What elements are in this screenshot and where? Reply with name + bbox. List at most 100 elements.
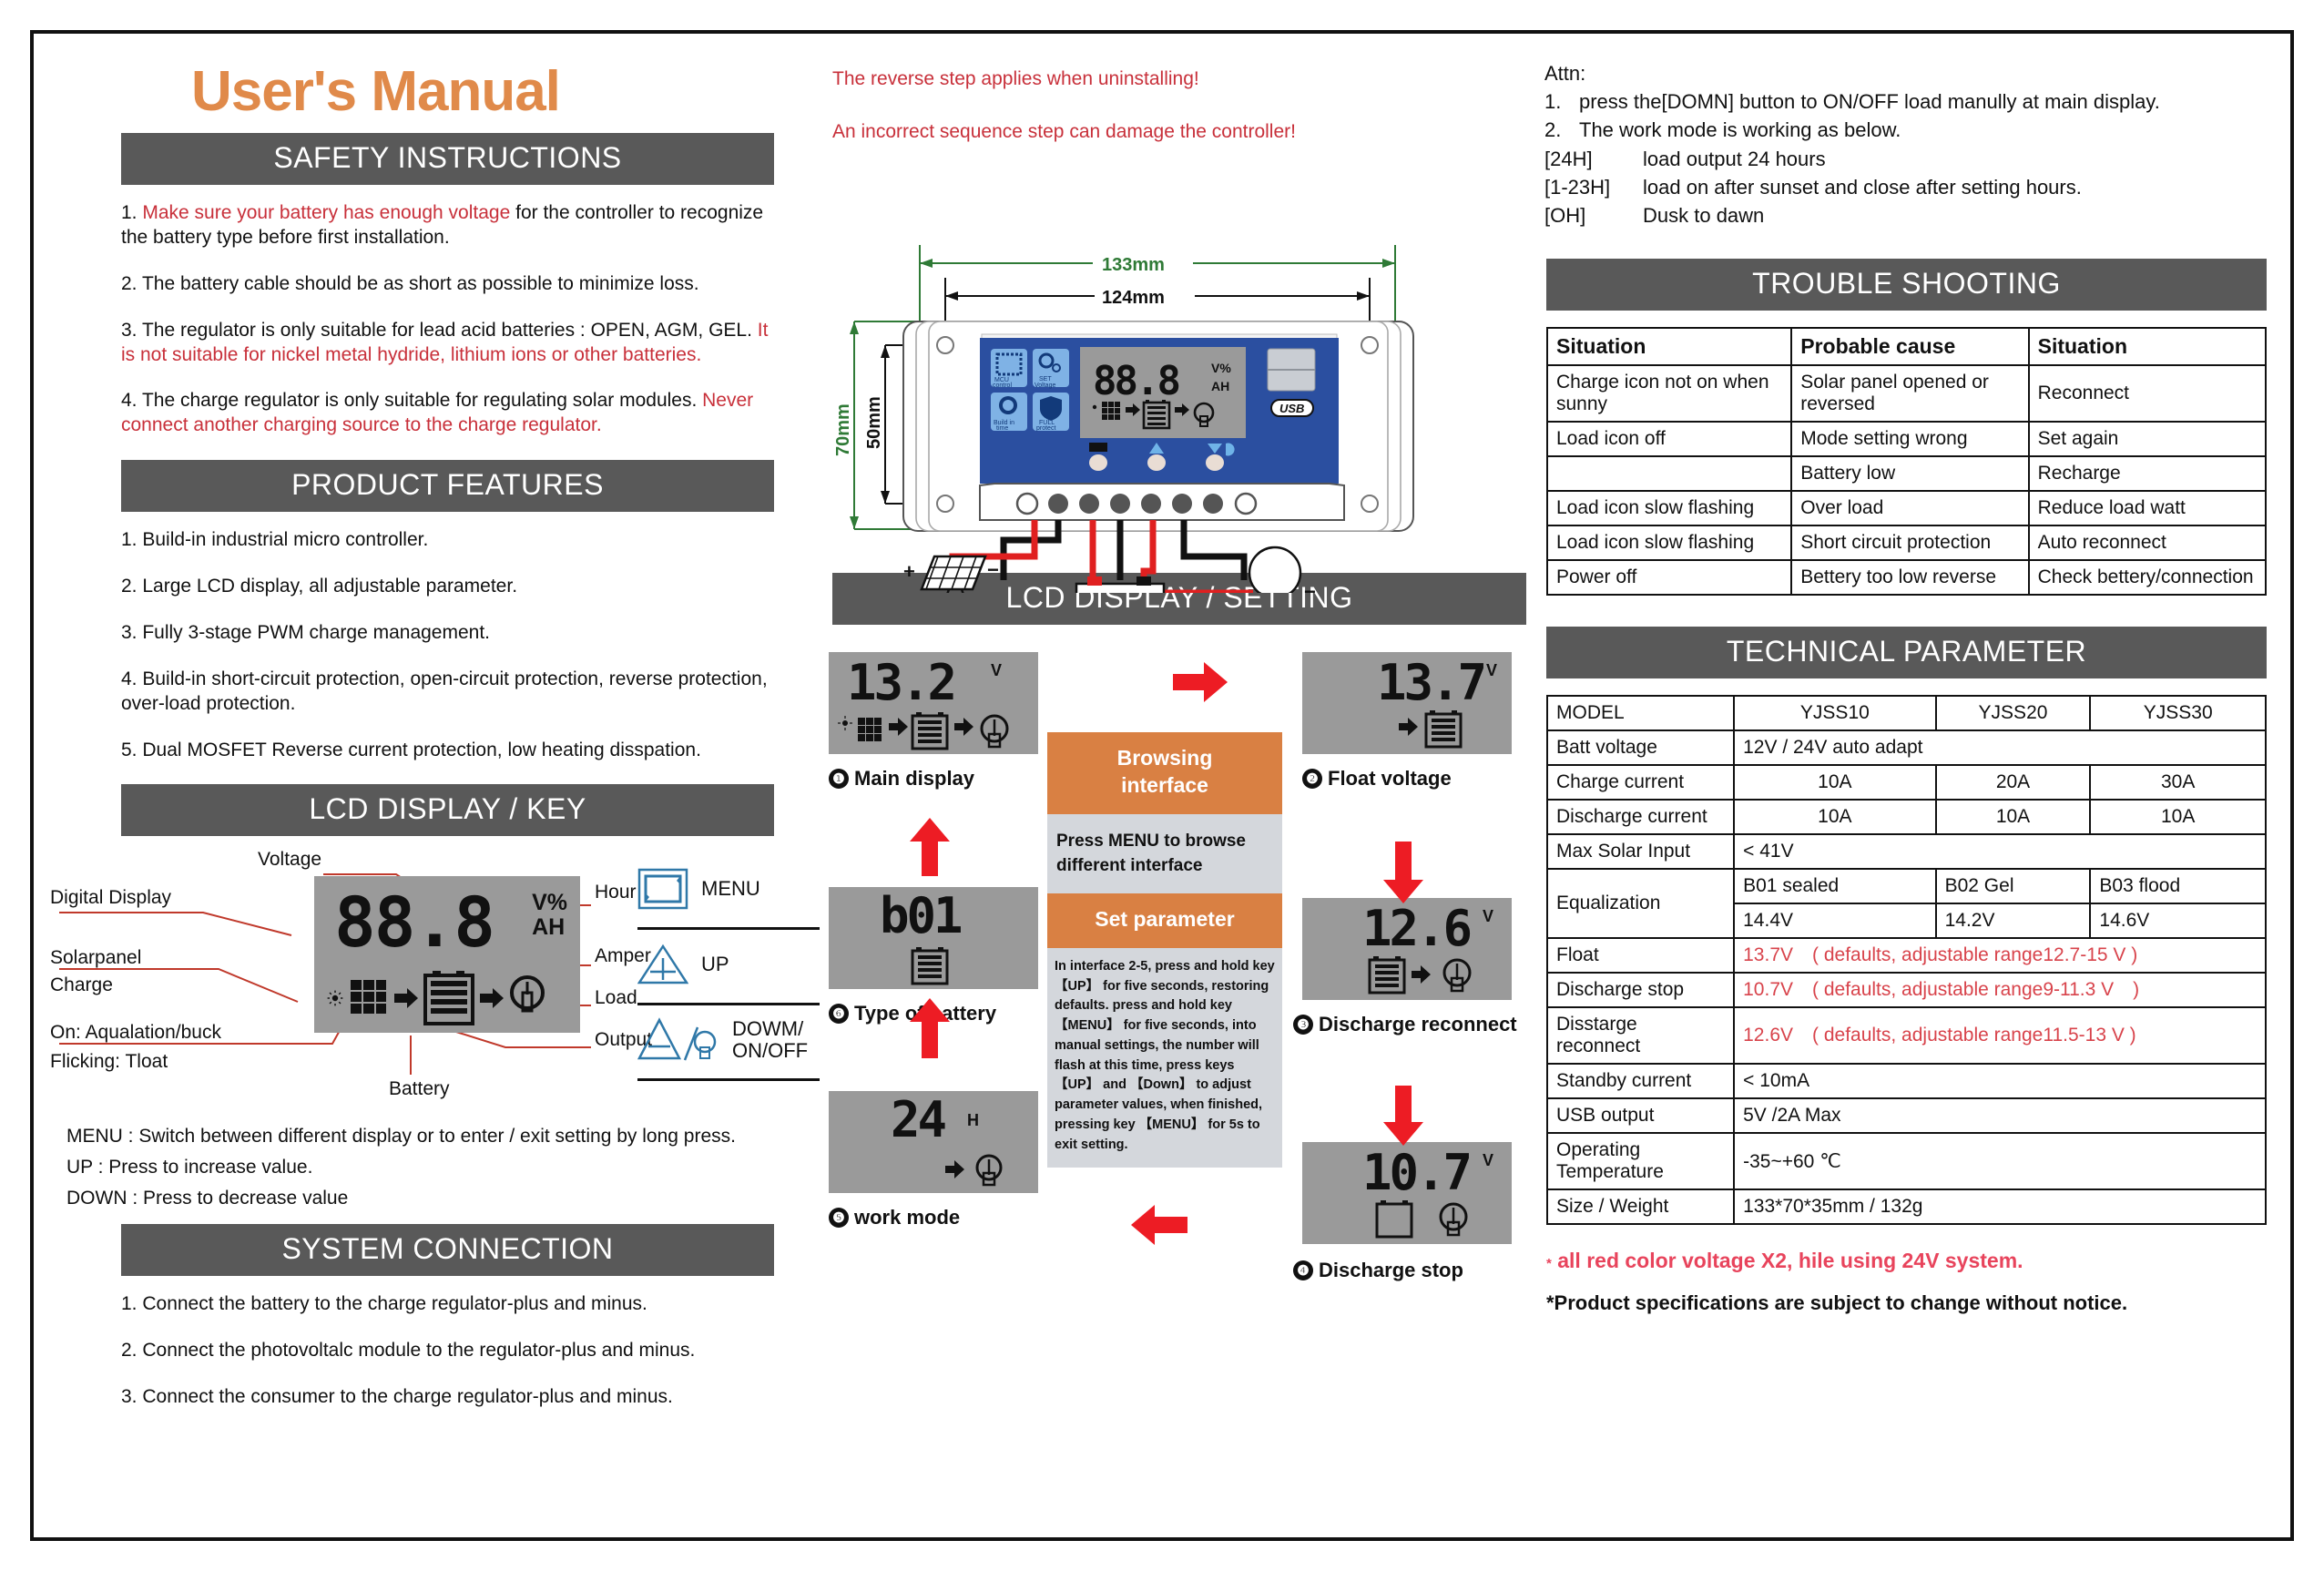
warning-line-1: The reverse step applies when uninstalli…: [832, 68, 1199, 89]
svg-text:+: +: [903, 560, 915, 583]
up-triangle-plus-icon: [637, 944, 688, 984]
attn-mode-24h: [24H] load output 24 hours: [1544, 147, 1826, 170]
arrow-down-2: [1383, 1086, 1423, 1146]
key-up[interactable]: UP: [637, 930, 820, 1006]
key-up-label: UP: [701, 953, 729, 976]
table-header-row: Situation Probable cause Situation: [1545, 327, 2268, 367]
svg-text:time: time: [996, 425, 1008, 432]
svg-text:−: −: [987, 558, 999, 581]
safety-item-4: 4. The charge regulator is only suitable…: [121, 390, 754, 436]
device-lcd-value: 88.8: [1093, 358, 1178, 404]
lcd-unit-bottom: AH: [532, 913, 566, 940]
table-row: Load icon off Mode setting wrong Set aga…: [1545, 421, 2268, 458]
tech-row-model: MODEL YJSS10 YJSS20 YJSS30: [1545, 695, 2267, 732]
arrow-right-1: [1173, 662, 1228, 702]
key-menu[interactable]: MENU: [637, 854, 820, 931]
safety-item-2-text: The battery cable should be as short as …: [141, 272, 699, 294]
light-bulb-icon: [510, 975, 545, 1013]
left-column: User's Manual SAFETY INSTRUCTIONS 1. Mak…: [50, 43, 820, 1528]
lcd-setting-flow: 13.2 V ❶ Main display 13.7 V ❷ Float vol…: [820, 632, 1539, 1306]
device-dimension-drawing: 133mm 124mm 70mm 50mm MCU control SET Vo…: [820, 165, 1539, 593]
tech-row-discharge-current: Discharge current 10A 10A 10A: [1545, 799, 2267, 836]
dim-50mm: 50mm: [864, 396, 884, 449]
system-item: 1. Connect the battery to the charge reg…: [121, 1293, 647, 1315]
system-item: 2. Connect the photovoltalc module to th…: [121, 1340, 696, 1362]
key-help-text: MENU : Switch between different display …: [66, 1126, 820, 1209]
manual-page-frame: User's Manual SAFETY INSTRUCTIONS 1. Mak…: [30, 30, 2294, 1541]
key-help-up: UP : Press to increase value.: [66, 1157, 313, 1178]
setparam-title: Set parameter: [1047, 893, 1282, 948]
section-header-lcd-key: LCD DISPLAY / KEY: [121, 784, 774, 837]
arrow-down-1: [1383, 842, 1423, 903]
browsing-setparam-panel: Browsing interface Press MENU to browse …: [1047, 732, 1282, 1168]
key-down-onoff[interactable]: DOWM/ ON/OFF: [637, 1005, 820, 1082]
arrow-right-icon-2: [480, 988, 504, 1009]
table-row: Load icon slow flashing Short circuit pr…: [1545, 525, 2268, 562]
footnote-black: *Product specifications are subject to c…: [1546, 1291, 2128, 1315]
page-title: User's Manual: [191, 60, 561, 123]
tech-row-discharge-stop: Discharge stop 10.7V ( defaults, adjusta…: [1545, 972, 2267, 1009]
svg-text:Voltage: Voltage: [1035, 383, 1055, 389]
usb-logo: USB: [1270, 399, 1314, 417]
tech-row-batt-voltage: Batt voltage 12V / 24V auto adapt: [1545, 729, 2267, 767]
lcd-units: V% AH: [532, 891, 567, 939]
section-header-system-connection: SYSTEM CONNECTION: [121, 1224, 774, 1277]
lcd-key-diagram: Digital Display Voltage Hour Amper Load …: [50, 849, 820, 1113]
system-connection-list: 1. Connect the battery to the charge reg…: [50, 1292, 820, 1410]
system-item: 3. Connect the consumer to the charge re…: [121, 1386, 673, 1408]
solar-panel-symbol: + −: [903, 555, 999, 593]
footnote-red: * all red color voltage X2, hile using 2…: [1546, 1249, 2023, 1273]
key-legend: MENU UP DOWM/ ON/OFF: [637, 854, 820, 1082]
arrow-left-1: [1131, 1205, 1187, 1245]
safety-item-4-black: The charge regulator is only suitable fo…: [141, 390, 703, 412]
dim-70mm: 70mm: [833, 403, 853, 456]
safety-item-1-red: Make sure your battery has enough voltag…: [142, 202, 511, 223]
safety-instructions-list: 1. Make sure your battery has enough vol…: [50, 201, 820, 438]
sun-icon: [327, 990, 343, 1006]
tech-row-standby-current: Standby current < 10mA: [1545, 1063, 2267, 1100]
arrow-up-1: [910, 998, 950, 1058]
dim-124mm: 124mm: [1102, 288, 1165, 308]
feature-item: 1. Build-in industrial micro controller.: [121, 529, 429, 551]
three-column-layout: User's Manual SAFETY INSTRUCTIONS 1. Mak…: [34, 34, 2290, 1537]
col-probable-cause: Probable cause: [1790, 327, 2030, 367]
attn-item-1: 1. press the[DOMN] button to ON/OFF load…: [1544, 90, 2160, 114]
down-triangle-bulb-icon: [637, 1017, 717, 1061]
lcd-digits: 88.8: [334, 882, 495, 964]
tech-row-float: Float 13.7V ( defaults, adjustable range…: [1545, 937, 2267, 974]
tech-row-usb-output: USB output 5V /2A Max: [1545, 1097, 2267, 1135]
svg-text:SET: SET: [1039, 376, 1052, 383]
warning-line-2: An incorrect sequence step can damage th…: [832, 121, 1296, 142]
technical-parameter-table: MODEL YJSS10 YJSS20 YJSS30 Batt voltage …: [1545, 695, 2267, 1226]
lcd-flow-icons: [327, 971, 545, 1026]
attention-block: Attn: 1. press the[DOMN] button to ON/OF…: [1544, 59, 2274, 230]
key-help-menu: MENU : Switch between different display …: [66, 1126, 736, 1148]
safety-item-2: 2. The battery cable should be as short …: [121, 272, 699, 294]
table-row: Battery low Recharge: [1545, 455, 2268, 493]
svg-text:−: −: [1304, 580, 1316, 593]
device-lcd-unit-bottom: AH: [1211, 379, 1229, 393]
tech-row-charge-current: Charge current 10A 20A 30A: [1545, 764, 2267, 801]
section-header-technical-parameter: TECHNICAL PARAMETER: [1546, 627, 2267, 679]
key-menu-label: MENU: [701, 877, 760, 901]
svg-text:USB: USB: [1279, 402, 1304, 415]
browsing-body: Press MENU to browse different interface: [1047, 813, 1282, 893]
tech-row-equalization-types: Equalization B01 sealed B02 Gel B03 floo…: [1545, 868, 2267, 940]
arrow-right-icon: [394, 988, 418, 1009]
setparam-body: In interface 2-5, press and hold key 【UP…: [1047, 947, 1282, 1168]
right-column: Attn: 1. press the[DOMN] button to ON/OF…: [1539, 43, 2274, 1528]
section-header-trouble-shooting: TROUBLE SHOOTING: [1546, 259, 2267, 311]
feature-item: 5. Dual MOSFET Reverse current protectio…: [121, 739, 701, 760]
key-down-label: DOWM/ ON/OFF: [732, 1017, 809, 1063]
key-help-down: DOWN : Press to decrease value: [66, 1188, 349, 1209]
tech-row-max-solar-input: Max Solar Input < 41V: [1545, 833, 2267, 871]
feature-item: 2. Large LCD display, all adjustable par…: [121, 576, 518, 597]
browsing-title: Browsing interface: [1047, 732, 1282, 814]
menu-loop-icon: [637, 869, 688, 910]
svg-text:control: control: [993, 383, 1012, 389]
feature-item: 4. Build-in short-circuit protection, op…: [121, 668, 768, 714]
tech-row-operating-temperature: Operating Temperature -35~+60 ℃: [1545, 1132, 2267, 1191]
svg-text:protect: protect: [1036, 425, 1055, 432]
safety-item-3: 3. The regulator is only suitable for le…: [121, 319, 769, 365]
arrow-up-2: [910, 818, 950, 876]
